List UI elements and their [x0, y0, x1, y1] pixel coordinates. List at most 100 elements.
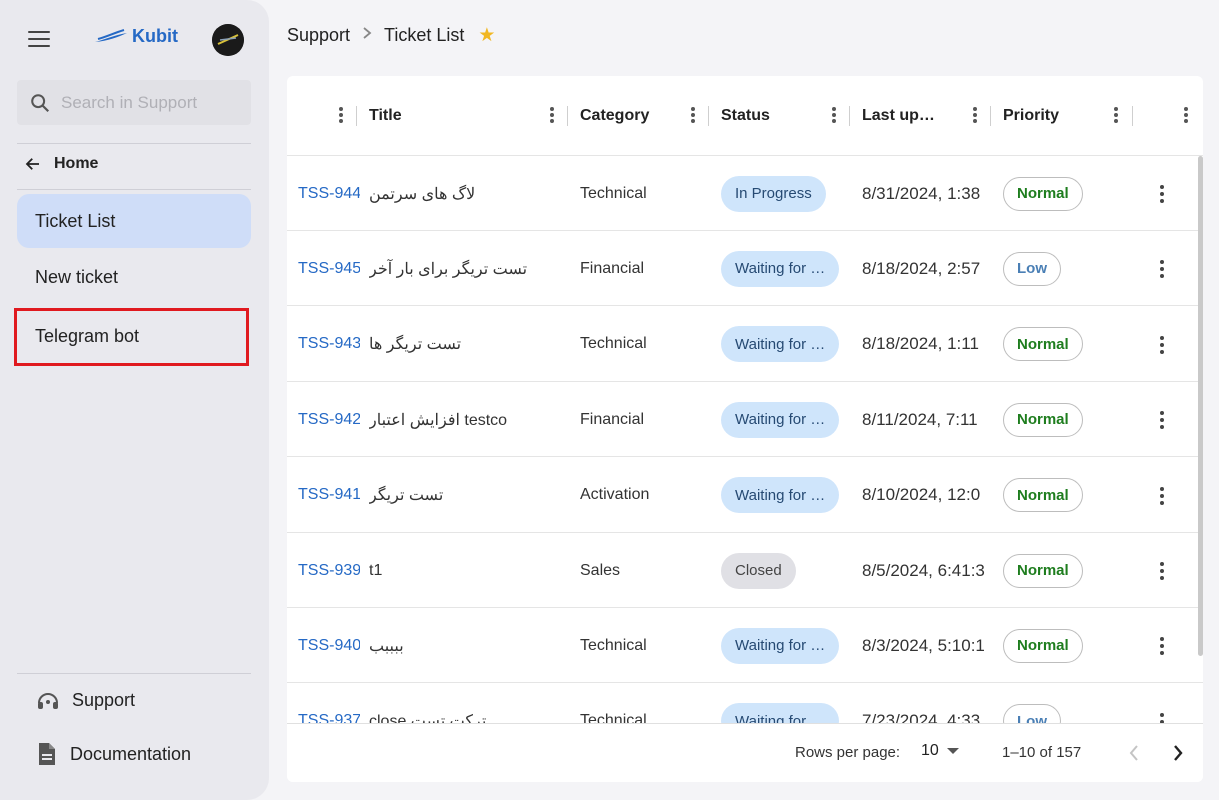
- ticket-id-link[interactable]: TSS-942: [298, 382, 360, 457]
- table-row[interactable]: TSS-943 تست تریگر ها Technical Waiting for …: [287, 307, 1203, 382]
- column-menu-icon[interactable]: [832, 107, 836, 123]
- ticket-last-updated: 8/3/2024, 5:10:1: [862, 635, 985, 655]
- ticket-category: Technical: [580, 636, 647, 654]
- column-menu-icon[interactable]: [1114, 107, 1118, 123]
- column-separator[interactable]: [567, 106, 568, 126]
- ticket-last-updated: 8/10/2024, 12:0: [862, 485, 981, 505]
- table-row[interactable]: TSS-941 تست تریگر Activation Waiting for … 8…: [287, 458, 1203, 533]
- ticket-priority-cell: Low: [1003, 231, 1123, 306]
- row-actions-icon[interactable]: [1160, 260, 1164, 279]
- ticket-id-link[interactable]: TSS-944: [298, 156, 360, 231]
- breadcrumb-current: Ticket List: [384, 25, 465, 45]
- row-actions-icon[interactable]: [1160, 185, 1164, 203]
- divider: [17, 143, 251, 144]
- column-category[interactable]: Category: [580, 76, 649, 156]
- headset-icon: [38, 693, 58, 709]
- table-row[interactable]: TSS-939 t1 Sales Closed 8/5/2024, 6:41:3 Norm…: [287, 533, 1203, 608]
- column-separator[interactable]: [990, 106, 991, 126]
- rows-per-page-select[interactable]: 10: [921, 742, 959, 760]
- table-row[interactable]: TSS-942 افزایش اعتبار testco Financial Wait…: [287, 382, 1203, 458]
- column-priority[interactable]: Priority: [1003, 76, 1059, 156]
- ticket-id-link[interactable]: TSS-940: [298, 608, 360, 683]
- document-icon: [39, 743, 55, 765]
- logo[interactable]: Kubit: [94, 26, 178, 47]
- priority-badge: Normal: [1003, 478, 1083, 513]
- ticket-priority-cell: Normal: [1003, 608, 1123, 683]
- ticket-title: تست تریگر برای بار آخر: [369, 260, 528, 278]
- chevron-right-icon: [362, 26, 372, 45]
- next-page-button[interactable]: [1163, 738, 1193, 768]
- column-separator[interactable]: [356, 106, 357, 126]
- status-badge: Closed: [721, 552, 796, 589]
- home-link[interactable]: Home: [24, 155, 98, 173]
- ticket-status-cell: Waiting for …: [721, 307, 849, 382]
- ticket-id-link[interactable]: TSS-941: [298, 458, 360, 533]
- row-actions-icon[interactable]: [1160, 335, 1164, 354]
- menu-icon[interactable]: [28, 31, 50, 47]
- ticket-category: Sales: [580, 561, 621, 579]
- ticket-title: تست تریگر: [369, 487, 444, 505]
- ticket-category: Technical: [580, 335, 647, 353]
- sidebar-item-new-ticket[interactable]: New ticket: [17, 250, 251, 304]
- status-badge: Waiting for …: [721, 326, 840, 363]
- sidebar-item-ticket-list[interactable]: Ticket List: [17, 194, 251, 248]
- chevron-right-icon: [1174, 745, 1183, 761]
- column-separator[interactable]: [849, 106, 850, 126]
- avatar[interactable]: [212, 24, 244, 56]
- priority-badge: Low: [1003, 251, 1061, 286]
- column-menu-icon[interactable]: [1184, 107, 1188, 123]
- row-actions-icon[interactable]: [1160, 637, 1164, 656]
- ticket-id-link[interactable]: TSS-939: [298, 533, 360, 608]
- table-row[interactable]: TSS-945 تست تریگر برای بار آخر Financial Wa…: [287, 231, 1203, 307]
- ticket-title: تست تریگر ها: [369, 336, 462, 354]
- ticket-category: Technical: [580, 184, 647, 202]
- priority-badge: Normal: [1003, 176, 1083, 211]
- column-separator[interactable]: [708, 106, 709, 126]
- ticket-title: t1: [369, 561, 383, 579]
- column-menu-icon[interactable]: [339, 107, 343, 123]
- ticket-id-link[interactable]: TSS-943: [298, 307, 360, 382]
- pagination-range: 1–10 of 157: [1002, 744, 1082, 761]
- priority-badge: Normal: [1003, 402, 1083, 437]
- column-separator[interactable]: [1132, 106, 1133, 126]
- column-menu-icon[interactable]: [691, 107, 695, 123]
- arrow-left-icon: [25, 158, 39, 170]
- column-menu-icon[interactable]: [973, 107, 977, 123]
- support-label: Support: [72, 689, 136, 710]
- row-actions-icon[interactable]: [1160, 411, 1164, 430]
- status-badge: Waiting for …: [721, 250, 840, 287]
- sidebar-item-label: Ticket List: [35, 210, 116, 231]
- ticket-category: Financial: [580, 259, 645, 277]
- previous-page-button[interactable]: [1119, 738, 1149, 768]
- column-menu-icon[interactable]: [550, 107, 554, 123]
- table-row[interactable]: TSS-944 لاگ های سرتمن Technical In Progress…: [287, 156, 1203, 231]
- row-actions-icon[interactable]: [1160, 486, 1164, 505]
- column-title[interactable]: Title: [369, 76, 402, 156]
- sidebar-item-label: New ticket: [35, 266, 119, 287]
- ticket-last-updated: 8/5/2024, 6:41:3: [862, 560, 985, 580]
- pagination: Rows per page: 10 1–10 of 157: [287, 723, 1203, 782]
- breadcrumb-parent[interactable]: Support: [287, 25, 350, 46]
- ticket-last-updated: 8/18/2024, 2:57: [862, 258, 981, 278]
- sidebar-item-support[interactable]: Support: [36, 688, 135, 712]
- star-icon[interactable]: ★: [478, 24, 495, 47]
- ticket-title: افزایش اعتبار testco: [369, 411, 508, 429]
- ticket-category: Activation: [580, 486, 650, 504]
- ticket-category: Financial: [580, 410, 645, 428]
- status-badge: Waiting for …: [721, 477, 840, 514]
- table-row[interactable]: TSS-940 ببببب Technical Waiting for … 8/3/20…: [287, 608, 1203, 684]
- ticket-status-cell: Waiting for …: [721, 382, 849, 457]
- search-box[interactable]: [17, 80, 251, 125]
- ticket-id-link[interactable]: TSS-945: [298, 231, 360, 306]
- sidebar-item-documentation[interactable]: Documentation: [36, 742, 191, 766]
- scrollbar[interactable]: [1198, 156, 1203, 656]
- ticket-status-cell: In Progress: [721, 156, 849, 231]
- column-last-updated[interactable]: Last up…: [862, 76, 935, 156]
- search-input[interactable]: [61, 92, 241, 113]
- row-actions-icon[interactable]: [1160, 562, 1164, 580]
- caret-down-icon: [946, 748, 959, 754]
- rows-per-page-value: 10: [921, 742, 939, 759]
- ticket-table: Title Category Status Last up… Priority …: [287, 76, 1203, 782]
- kubit-logo-icon: [95, 28, 127, 42]
- column-status[interactable]: Status: [721, 76, 770, 156]
